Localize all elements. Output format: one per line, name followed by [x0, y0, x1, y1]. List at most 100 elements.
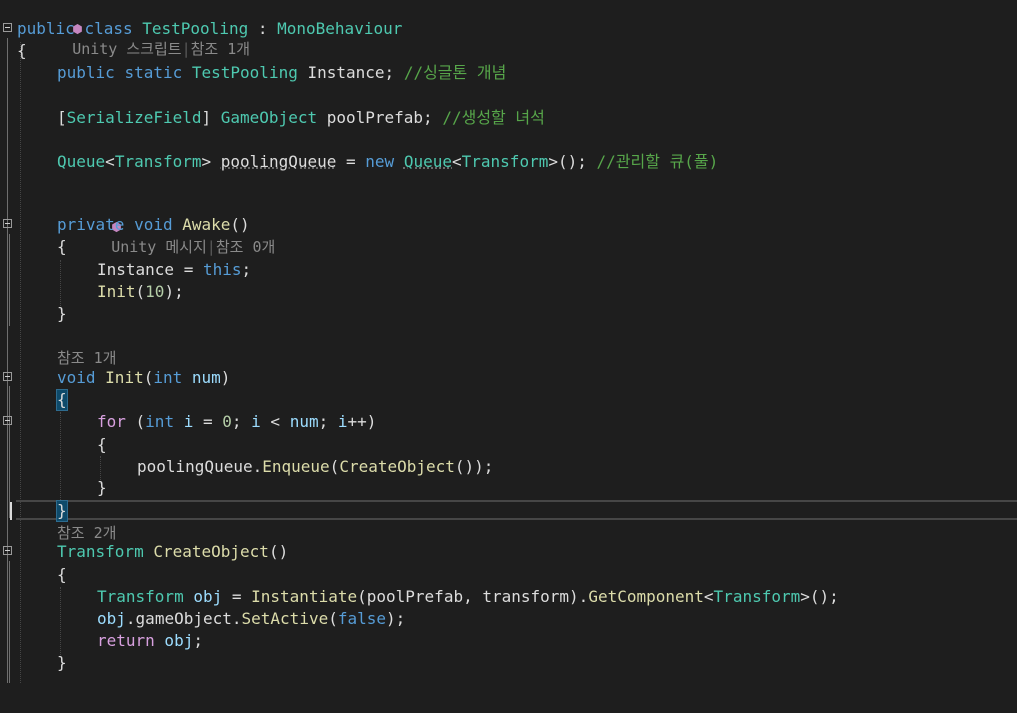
field-name: poolPrefab — [366, 587, 464, 606]
code-line-init-open[interactable]: { — [0, 389, 1017, 411]
punctuation: ( — [135, 282, 146, 301]
codelens-references[interactable]: 참조 1개 — [57, 348, 116, 368]
type-name: Transform — [461, 152, 549, 171]
collapse-icon[interactable] — [3, 219, 12, 228]
punctuation: . — [252, 457, 263, 476]
type-name: Queue — [403, 152, 452, 171]
punctuation: < — [703, 587, 714, 606]
code-line-create-close[interactable]: } — [0, 653, 1017, 673]
punctuation: = — [174, 260, 203, 279]
punctuation: ( — [329, 457, 340, 476]
code-line-create-2[interactable]: obj.gameObject.SetActive(false); — [0, 609, 1017, 629]
keyword: public — [17, 19, 75, 38]
punctuation: ( — [357, 587, 367, 606]
code-line-awake-close[interactable]: } — [0, 304, 1017, 324]
variable: num — [289, 412, 319, 431]
punctuation: ; — [231, 412, 252, 431]
collapse-icon[interactable] — [3, 372, 12, 381]
variable: i — [251, 412, 261, 431]
punctuation: ); — [386, 609, 406, 628]
number-literal: 0 — [222, 412, 232, 431]
method-name: Init — [97, 282, 136, 301]
keyword: int — [145, 412, 175, 431]
punctuation: ) — [220, 368, 231, 387]
punctuation: > — [201, 152, 221, 171]
code-line-create-open[interactable]: { — [0, 565, 1017, 585]
punctuation: , — [463, 587, 483, 606]
control-keyword: return — [97, 631, 155, 650]
method-name: CreateObject — [143, 542, 269, 561]
method-name: Awake — [182, 215, 231, 234]
code-line-awake-open[interactable]: { — [0, 237, 1017, 257]
type-name: Transform — [713, 587, 801, 606]
keyword: class — [84, 19, 133, 38]
keyword: this — [202, 260, 242, 279]
keyword: false — [337, 609, 387, 628]
method-name: Init — [105, 368, 144, 387]
code-line-class-decl[interactable]: public class TestPooling : MonoBehaviour — [0, 19, 1017, 39]
collapse-icon[interactable] — [3, 23, 12, 32]
codelens-unity-script[interactable]: ⬢ Unity 스크립트|참조 1개 — [0, 0, 1017, 58]
punctuation: ; — [318, 412, 338, 431]
type-name: Transform — [57, 542, 144, 561]
code-line-init-decl[interactable]: void Init(int num) — [0, 368, 1017, 388]
code-line-create-1[interactable]: Transform obj = Instantiate(poolPrefab, … — [0, 587, 1017, 607]
punctuation: [ — [57, 108, 67, 127]
punctuation: ; — [241, 260, 252, 279]
collapse-icon[interactable] — [3, 416, 12, 425]
property-name: gameObject — [135, 609, 232, 628]
code-line-awake-2[interactable]: Init(10); — [0, 282, 1017, 302]
brace: } — [97, 478, 107, 497]
code-line-serialize[interactable]: [SerializeField] GameObject poolPrefab; … — [0, 108, 1017, 128]
punctuation: ( — [328, 609, 338, 628]
variable: obj — [97, 609, 126, 628]
punctuation: < — [260, 412, 290, 431]
code-editor[interactable]: ⬢ Unity 스크립트|참조 1개 public class TestPool… — [0, 0, 1017, 683]
code-line-instance[interactable]: public static TestPooling Instance; //싱글… — [0, 63, 1017, 83]
property-name: transform — [482, 587, 570, 606]
punctuation: . — [231, 609, 242, 628]
variable: i — [174, 412, 194, 431]
punctuation: ). — [569, 587, 589, 606]
field-name: poolPrefab; — [317, 108, 443, 127]
field-name: Instance; — [297, 63, 404, 82]
code-line-for[interactable]: for (int i = 0; i < num; i++) — [0, 412, 1017, 432]
code-line-queue[interactable]: Queue<Transform> poolingQueue = new Queu… — [0, 152, 1017, 172]
punctuation: = — [193, 412, 223, 431]
punctuation: >(); — [548, 152, 597, 171]
keyword: void — [57, 368, 96, 387]
code-line-for-close[interactable]: } — [0, 478, 1017, 498]
type-name: Transform — [114, 152, 202, 171]
field-name: poolingQueue — [137, 457, 253, 476]
code-line-create-3[interactable]: return obj; — [0, 631, 1017, 651]
codelens-references[interactable]: 참조 2개 — [57, 523, 116, 543]
collapse-icon[interactable] — [3, 546, 12, 555]
code-line-awake-1[interactable]: Instance = this; — [0, 260, 1017, 280]
punctuation: ()); — [454, 457, 494, 476]
keyword: void — [134, 215, 173, 234]
keyword: new — [365, 152, 395, 171]
codelens-create[interactable]: 참조 2개 — [0, 523, 1017, 543]
attribute-name: SerializeField — [66, 108, 202, 127]
punctuation: < — [105, 152, 115, 171]
brace: { — [57, 565, 67, 584]
code-line-create-decl[interactable]: Transform CreateObject() — [0, 542, 1017, 562]
code-line-init-close[interactable]: } — [0, 500, 1017, 522]
brace: { — [17, 41, 27, 60]
variable: i — [337, 412, 348, 431]
punctuation: ] — [201, 108, 221, 127]
brace-matched: } — [56, 500, 68, 522]
keyword: public — [57, 63, 115, 82]
punctuation: ) — [366, 412, 377, 431]
class-name: TestPooling — [142, 19, 249, 38]
field-name: poolingQueue — [220, 152, 337, 171]
codelens-unity-message[interactable]: ⬢ Unity 메시지|참조 0개 — [0, 196, 1017, 256]
code-line-for-open[interactable]: { — [0, 435, 1017, 455]
codelens-init[interactable]: 참조 1개 — [0, 348, 1017, 368]
code-line-awake-decl[interactable]: private void Awake() — [0, 215, 1017, 235]
code-line-enqueue[interactable]: poolingQueue.Enqueue(CreateObject()); — [0, 457, 1017, 477]
code-line-open-brace[interactable]: { — [0, 41, 1017, 61]
brace: { — [97, 435, 107, 454]
punctuation: = — [222, 587, 252, 606]
